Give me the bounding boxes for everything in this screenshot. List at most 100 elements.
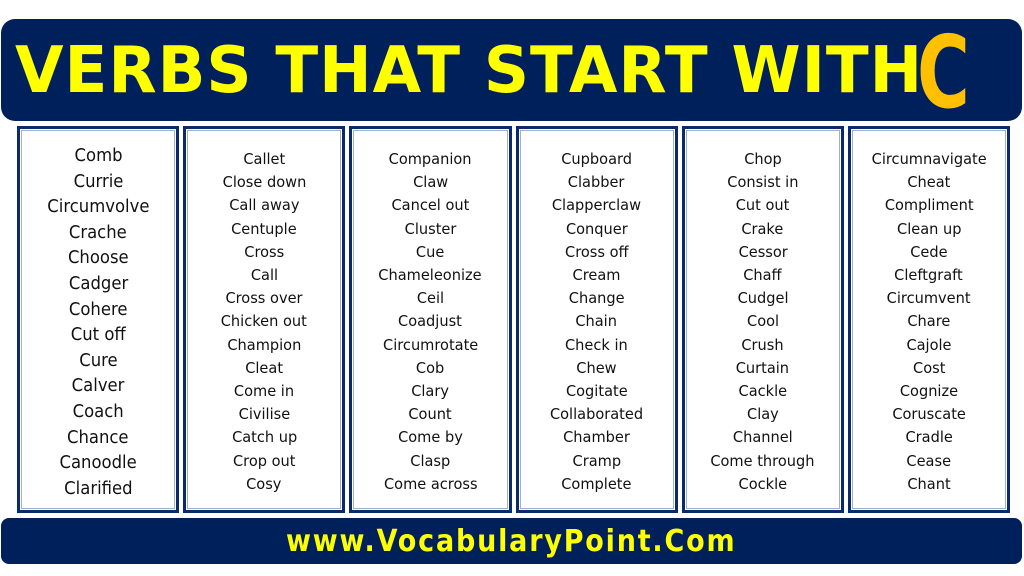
verb-item: Consist in [727,173,799,192]
verb-item: Coach [72,401,124,422]
title-banner: VERBS THAT START WITH C [1,14,1022,131]
verb-item: Cognize [899,382,959,401]
verb-item: Change [568,289,625,308]
verb-item: Cure [78,350,118,371]
verb-item: Circumvolve [46,197,150,218]
verb-item: Clapperclaw [552,196,642,215]
verb-item: Cease [906,451,952,470]
verb-item: Coadjust [398,312,463,331]
verb-item: Catch up [231,428,297,447]
verb-item: Crache [69,222,128,243]
title-letter: C [917,14,970,131]
verb-item: Cream [572,266,621,285]
word-column-1: Comb Currie Circumvolve Crache Choose Cadger C… [17,126,180,513]
verb-item: Circumvent [887,289,971,308]
verb-item: Come in [234,382,295,401]
verb-item: Cradle [905,428,953,447]
verb-item: Come through [710,451,815,470]
verb-item: Chant [907,474,951,493]
word-column-2: Callet Close down Call away Centuple Cross Ca… [183,126,346,513]
verb-item: Come across [383,474,478,493]
verb-item: Cosy [246,474,282,493]
verb-item: Check in [565,335,628,354]
verb-item: Coruscate [892,405,966,424]
verb-item: Complete [561,474,632,493]
verb-item: Callet [243,150,286,168]
verb-item: Chew [576,358,617,377]
verb-item: Companion [388,150,472,168]
verb-item: Choose [67,248,129,269]
verb-item: Cockle [738,474,788,493]
verb-item: Cleat [245,358,284,377]
verb-item: Cut out [735,196,790,215]
word-column-4: Cupboard Clabber Clapperclaw Conquer Cross o… [515,126,678,513]
verb-item: Chamber [563,428,630,447]
verb-item: Close down [222,173,307,192]
verb-item: Cudgel [737,289,789,308]
verb-item: Cross off [564,242,629,261]
verb-item: Chicken out [221,312,308,331]
verb-item: Cross [244,242,285,261]
verb-item: Cue [416,242,445,261]
verb-item: Clary [411,382,450,401]
word-column-6: Circumnavigate Cheat Compliment Clean up Ced… [847,126,1011,513]
verb-item: Circumnavigate [871,150,987,168]
verb-item: Comb [74,146,123,166]
footer-banner: www.VocabularyPoint.Com [1,518,1022,564]
verb-item: Cupboard [561,150,632,168]
verb-item: Crake [741,219,784,238]
word-column-3: Companion Claw Cancel out Cluster Cue Chamele… [349,126,512,513]
verb-item: Cross over [225,289,303,308]
verb-item: Circumrotate [382,335,479,354]
verb-item: Compliment [884,196,974,215]
verb-item: Chare [907,312,951,331]
verb-item: Cancel out [391,196,470,215]
verb-item: Crop out [232,451,296,470]
verb-item: Cohere [68,299,128,320]
verb-item: Cluster [404,219,457,238]
verb-item: Crush [741,335,784,354]
word-columns: Comb Currie Circumvolve Crache Choose Cadger C… [17,126,1011,513]
verb-item: Clarified [63,478,133,499]
verb-item: Come by [398,428,463,447]
verb-item: Chop [743,150,782,168]
verb-item: Currie [73,171,124,192]
website-url[interactable]: www.VocabularyPoint.Com [286,524,736,559]
verb-item: Ceil [416,289,445,308]
verb-item: Clay [746,405,779,424]
verb-item: Collaborated [550,405,644,424]
verb-item: Cheat [907,173,951,192]
verb-item: Claw [412,173,448,192]
verb-item: Count [408,405,453,424]
verb-item: Civilise [238,405,291,424]
verb-item: Cackle [738,382,788,401]
word-column-5: Chop Consist in Cut out Crake Cessor Chaff Cud… [681,126,844,513]
verb-item: Conquer [565,219,628,238]
verb-item: Clean up [896,219,962,238]
verb-item: Chance [67,427,129,448]
verb-item: Cut off [70,325,126,346]
verb-item: Call [250,266,278,285]
verb-item: Call away [229,196,300,215]
verb-item: Calver [71,376,125,397]
page-title: VERBS THAT START WITH [15,34,924,108]
verb-item: Cede [910,242,948,261]
verb-item: Cool [746,312,779,331]
verb-item: Chain [575,312,618,331]
verb-item: Cost [912,358,946,377]
verb-item: Clasp [410,451,451,470]
verb-item: Cessor [738,242,788,261]
verb-item: Cajole [906,335,952,354]
verb-item: Chameleonize [378,266,483,285]
verb-item: Clabber [568,173,625,192]
verb-item: Curtain [736,358,790,377]
verb-item: Chaff [743,266,782,285]
verb-item: Cadger [68,273,128,294]
verb-item: Cogitate [565,382,628,401]
verb-item: Cob [416,358,445,377]
verb-item: Champion [227,335,302,354]
verb-item: Cramp [572,451,621,470]
verb-item: Cleftgraft [894,266,964,285]
verb-item: Canoodle [59,453,137,474]
verb-item: Channel [732,428,793,447]
